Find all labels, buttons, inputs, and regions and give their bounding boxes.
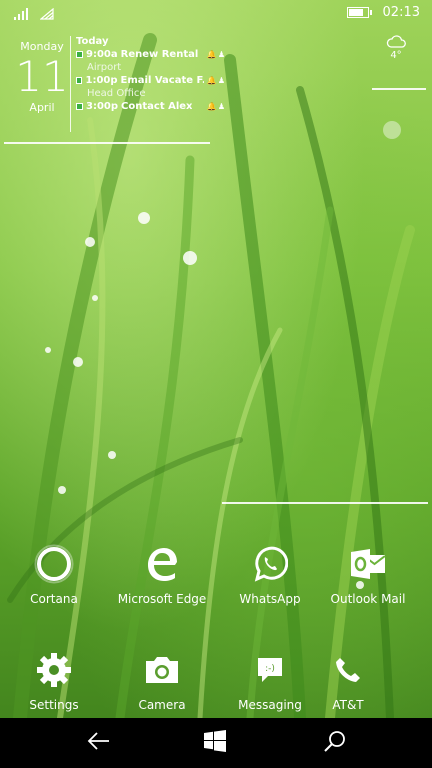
- event-time: 1:00p: [85, 75, 118, 86]
- wifi-icon: [39, 5, 54, 24]
- weather-separator-line: [372, 88, 426, 90]
- start-button[interactable]: [200, 728, 230, 758]
- event-color-marker: [76, 103, 83, 110]
- app-label: Camera: [138, 698, 186, 712]
- cloud-icon: [378, 34, 414, 48]
- gear-icon: [34, 650, 74, 690]
- weather-widget[interactable]: 4°: [378, 34, 414, 61]
- event-title: Contact Alex: [121, 101, 193, 112]
- reminder-icon: 🔔♟: [206, 50, 226, 59]
- app-tile-settings[interactable]: Settings: [0, 650, 108, 712]
- event-location: Head Office: [87, 88, 146, 99]
- back-icon: [87, 731, 111, 755]
- whatsapp-icon: [250, 544, 290, 584]
- app-label: Outlook Mail: [330, 592, 406, 606]
- widget-divider: [70, 36, 71, 132]
- app-label: Cortana: [30, 592, 78, 606]
- battery-icon: [346, 7, 372, 18]
- camera-icon: [142, 650, 182, 690]
- app-label: Settings: [29, 698, 79, 712]
- cortana-icon: [34, 544, 74, 584]
- event-title: Renew Rental: [120, 49, 199, 60]
- app-tile-cortana[interactable]: Cortana: [0, 544, 108, 606]
- calendar-widget[interactable]: Monday 11 April Today 9:00a Renew Rental…: [8, 34, 424, 146]
- event-location: Airport: [87, 62, 122, 73]
- agenda-list: Today 9:00a Renew Rental 🔔♟ Airport 1:00…: [76, 36, 226, 113]
- app-tile-edge[interactable]: Microsoft Edge: [108, 544, 216, 606]
- month-label: April: [29, 101, 55, 114]
- signal-strength-icon: [14, 5, 30, 24]
- clock-time: 02:13: [382, 5, 420, 20]
- search-button[interactable]: [320, 728, 350, 758]
- windows-start-icon: [204, 730, 226, 756]
- day-number: 11: [15, 52, 69, 101]
- edge-icon: [142, 544, 182, 584]
- outlook-mail-icon: [348, 544, 388, 584]
- app-label: WhatsApp: [239, 592, 301, 606]
- agenda-title: Today: [76, 36, 109, 47]
- back-button[interactable]: [84, 728, 114, 758]
- event-color-marker: [76, 77, 83, 84]
- agenda-event[interactable]: 3:00p Contact Alex 🔔♟: [76, 100, 226, 113]
- navigation-bar: [0, 718, 432, 768]
- app-tile-att-phone[interactable]: AT&T: [294, 650, 402, 712]
- svg-text::-): :-): [265, 664, 275, 674]
- widget-separator-line: [4, 142, 210, 144]
- tiles-separator-line: [222, 502, 428, 504]
- search-icon: [323, 729, 347, 757]
- app-label: Microsoft Edge: [117, 592, 207, 606]
- event-time: 3:00p: [86, 101, 119, 112]
- reminder-icon: 🔔♟: [206, 102, 226, 111]
- event-color-marker: [76, 51, 83, 58]
- date-block: Monday 11 April: [14, 40, 70, 114]
- messaging-icon: :-): [250, 650, 290, 690]
- app-label: AT&T: [332, 698, 364, 712]
- app-tile-camera[interactable]: Camera: [108, 650, 216, 712]
- agenda-event[interactable]: 9:00a Renew Rental 🔔♟ Airport: [76, 48, 226, 74]
- status-bar: 02:13: [0, 0, 432, 26]
- agenda-event[interactable]: 1:00p Email Vacate F... 🔔♟ Head Office: [76, 74, 226, 100]
- temperature-label: 4°: [390, 50, 402, 61]
- app-tile-outlook-mail[interactable]: Outlook Mail: [314, 544, 422, 606]
- event-time: 9:00a: [86, 49, 118, 60]
- event-title: Email Vacate F...: [120, 75, 204, 86]
- reminder-icon: 🔔♟: [206, 76, 226, 85]
- app-tile-whatsapp[interactable]: WhatsApp: [216, 544, 324, 606]
- phone-icon: [328, 650, 368, 690]
